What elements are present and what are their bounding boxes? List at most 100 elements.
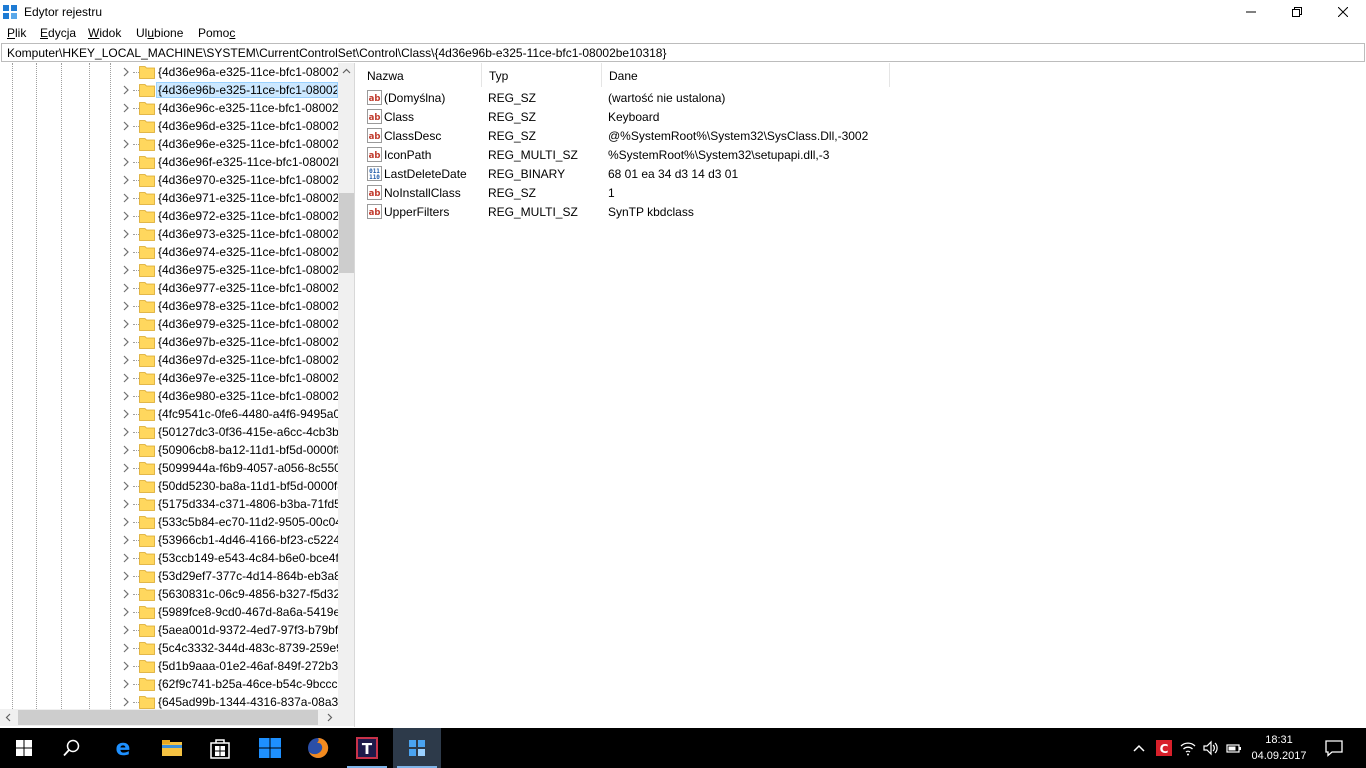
tree-item[interactable]: {4d36e977-e325-11ce-bfc1-08002be10318}	[0, 279, 338, 297]
chevron-right-icon[interactable]	[121, 84, 131, 96]
value-row[interactable]: ab ClassDesc REG_SZ @%SystemRoot%\System32\…	[360, 126, 1160, 145]
scroll-up-arrow-icon[interactable]	[338, 63, 355, 80]
tree-item[interactable]: {4d36e980-e325-11ce-bfc1-08002be10318}	[0, 387, 338, 405]
horizontal-scroll-thumb[interactable]	[18, 710, 318, 725]
menu-edit[interactable]: Edycja	[40, 26, 76, 40]
tree-item[interactable]: {533c5b84-ec70-11d2-9505-00c04f79deaf}	[0, 513, 338, 531]
chevron-right-icon[interactable]	[121, 138, 131, 150]
chevron-right-icon[interactable]	[121, 390, 131, 402]
chevron-right-icon[interactable]	[121, 282, 131, 294]
tree-item[interactable]: {4d36e96c-e325-11ce-bfc1-08002be10318}	[0, 99, 338, 117]
chevron-right-icon[interactable]	[121, 462, 131, 474]
scroll-left-arrow-icon[interactable]	[0, 709, 17, 726]
tree-item[interactable]: {5175d334-c371-4806-b3ba-71fd53c9258d}	[0, 495, 338, 513]
value-row[interactable]: ab UpperFilters REG_MULTI_SZ SynTP kbdclass	[360, 202, 1160, 221]
chevron-right-icon[interactable]	[121, 660, 131, 672]
chevron-right-icon[interactable]	[121, 408, 131, 420]
tree-item[interactable]: {5d1b9aaa-01e2-46af-849f-272b3f324c46}	[0, 657, 338, 675]
chevron-right-icon[interactable]	[121, 480, 131, 492]
minimize-button[interactable]	[1228, 0, 1274, 24]
menu-favorites[interactable]: Ulubione	[136, 26, 183, 40]
chevron-right-icon[interactable]	[121, 354, 131, 366]
chevron-right-icon[interactable]	[121, 300, 131, 312]
tree-item[interactable]: {50906cb8-ba12-11d1-bf5d-0000f805f530}	[0, 441, 338, 459]
chevron-right-icon[interactable]	[121, 588, 131, 600]
column-header-data[interactable]: Dane	[602, 63, 890, 87]
tree-horizontal-scrollbar[interactable]	[0, 709, 338, 726]
edge-button[interactable]: e	[99, 728, 147, 768]
chevron-right-icon[interactable]	[121, 336, 131, 348]
store-button[interactable]	[196, 728, 244, 768]
tree-item[interactable]: {4d36e978-e325-11ce-bfc1-08002be10318}	[0, 297, 338, 315]
value-row[interactable]: ab (Domyślna) REG_SZ (wartość nie ustalona)	[360, 88, 1160, 107]
chevron-right-icon[interactable]	[121, 66, 131, 78]
file-explorer-button[interactable]	[148, 728, 196, 768]
chevron-right-icon[interactable]	[121, 534, 131, 546]
tree-item[interactable]: {4d36e979-e325-11ce-bfc1-08002be10318}	[0, 315, 338, 333]
chevron-up-icon[interactable]	[1131, 740, 1147, 756]
chevron-right-icon[interactable]	[121, 678, 131, 690]
tree-item[interactable]: {4d36e97e-e325-11ce-bfc1-08002be10318}	[0, 369, 338, 387]
tree-item[interactable]: {50127dc3-0f36-415e-a6cc-4cb3be910b65}	[0, 423, 338, 441]
chevron-right-icon[interactable]	[121, 426, 131, 438]
tree-item[interactable]: {5aea001d-9372-4ed7-97f3-b79bf1d6b6d8}	[0, 621, 338, 639]
tree-item[interactable]: {53966cb1-4d46-4166-bf23-c522403cd495}	[0, 531, 338, 549]
value-row[interactable]: ab IconPath REG_MULTI_SZ %SystemRoot%\Syste…	[360, 145, 1160, 164]
close-button[interactable]	[1320, 0, 1366, 24]
address-path[interactable]: Komputer\HKEY_LOCAL_MACHINE\SYSTEM\Curre…	[7, 46, 666, 60]
key-tree-pane[interactable]: {4d36e96a-e325-11ce-bfc1-08002be10318} {4…	[0, 63, 355, 727]
tree-item[interactable]: {5989fce8-9cd0-467d-8a6a-5419e31529d4}	[0, 603, 338, 621]
wifi-icon[interactable]	[1180, 740, 1196, 756]
values-pane[interactable]: Nazwa Typ Dane ab (Domyślna) REG_SZ (wartoś…	[360, 63, 1366, 727]
tree-item[interactable]: {4d36e97d-e325-11ce-bfc1-08002be10318}	[0, 351, 338, 369]
chevron-right-icon[interactable]	[121, 498, 131, 510]
chevron-right-icon[interactable]	[121, 624, 131, 636]
chevron-right-icon[interactable]	[121, 210, 131, 222]
tree-item[interactable]: {4d36e970-e325-11ce-bfc1-08002be10318}	[0, 171, 338, 189]
firefox-button[interactable]	[294, 728, 342, 768]
chevron-right-icon[interactable]	[121, 570, 131, 582]
menu-file[interactable]: Plik	[7, 26, 26, 40]
chevron-right-icon[interactable]	[121, 264, 131, 276]
scroll-right-arrow-icon[interactable]	[321, 709, 338, 726]
tree-item[interactable]: {5099944a-f6b9-4057-a056-8c550228544c}	[0, 459, 338, 477]
tree-item[interactable]: {53d29ef7-377c-4d14-864b-eb3a85769359}	[0, 567, 338, 585]
value-row[interactable]: 011 110 LastDeleteDate REG_BINARY 68 01 ea 3…	[360, 164, 1160, 183]
tree-item[interactable]: {5630831c-06c9-4856-b327-f5d32586e060}	[0, 585, 338, 603]
search-button[interactable]	[48, 728, 96, 768]
chevron-right-icon[interactable]	[121, 192, 131, 204]
chevron-right-icon[interactable]	[121, 102, 131, 114]
volume-icon[interactable]	[1203, 740, 1219, 756]
chevron-right-icon[interactable]	[121, 156, 131, 168]
vertical-scroll-thumb[interactable]	[339, 193, 354, 273]
column-header-name[interactable]: Nazwa	[360, 63, 482, 87]
system-clock[interactable]: 18:31 04.09.2017	[1250, 732, 1308, 764]
chevron-right-icon[interactable]	[121, 318, 131, 330]
tree-item[interactable]: {4d36e96b-e325-11ce-bfc1-08002be10318}	[0, 81, 338, 99]
tree-item[interactable]: {4d36e974-e325-11ce-bfc1-08002be10318}	[0, 243, 338, 261]
chevron-right-icon[interactable]	[121, 372, 131, 384]
battery-icon[interactable]	[1226, 740, 1242, 756]
value-row[interactable]: ab NoInstallClass REG_SZ 1	[360, 183, 1160, 202]
tree-item[interactable]: {50dd5230-ba8a-11d1-bf5d-0000f805f530}	[0, 477, 338, 495]
regedit-button[interactable]	[393, 728, 441, 768]
tree-item[interactable]: {4d36e96d-e325-11ce-bfc1-08002be10318}	[0, 117, 338, 135]
chevron-right-icon[interactable]	[121, 174, 131, 186]
app-t-button[interactable]: T	[343, 728, 391, 768]
antivirus-icon[interactable]: C	[1156, 740, 1172, 756]
menu-view[interactable]: Widok	[88, 26, 121, 40]
menu-help[interactable]: Pomoc	[198, 26, 235, 40]
chevron-right-icon[interactable]	[121, 696, 131, 708]
column-header-type[interactable]: Typ	[482, 63, 602, 87]
tree-item[interactable]: {4d36e973-e325-11ce-bfc1-08002be10318}	[0, 225, 338, 243]
tree-item[interactable]: {4d36e972-e325-11ce-bfc1-08002be10318}	[0, 207, 338, 225]
tree-item[interactable]: {4d36e96a-e325-11ce-bfc1-08002be10318}	[0, 63, 338, 81]
chevron-right-icon[interactable]	[121, 516, 131, 528]
tree-item[interactable]: {4d36e97b-e325-11ce-bfc1-08002be10318}	[0, 333, 338, 351]
address-bar[interactable]: Komputer\HKEY_LOCAL_MACHINE\SYSTEM\Curre…	[1, 43, 1365, 62]
value-row[interactable]: ab Class REG_SZ Keyboard	[360, 107, 1160, 126]
start-button[interactable]	[0, 728, 48, 768]
tree-item[interactable]: {4d36e975-e325-11ce-bfc1-08002be10318}	[0, 261, 338, 279]
tree-item[interactable]: {53ccb149-e543-4c84-b6e0-bce4f6b7e806}	[0, 549, 338, 567]
chevron-right-icon[interactable]	[121, 444, 131, 456]
